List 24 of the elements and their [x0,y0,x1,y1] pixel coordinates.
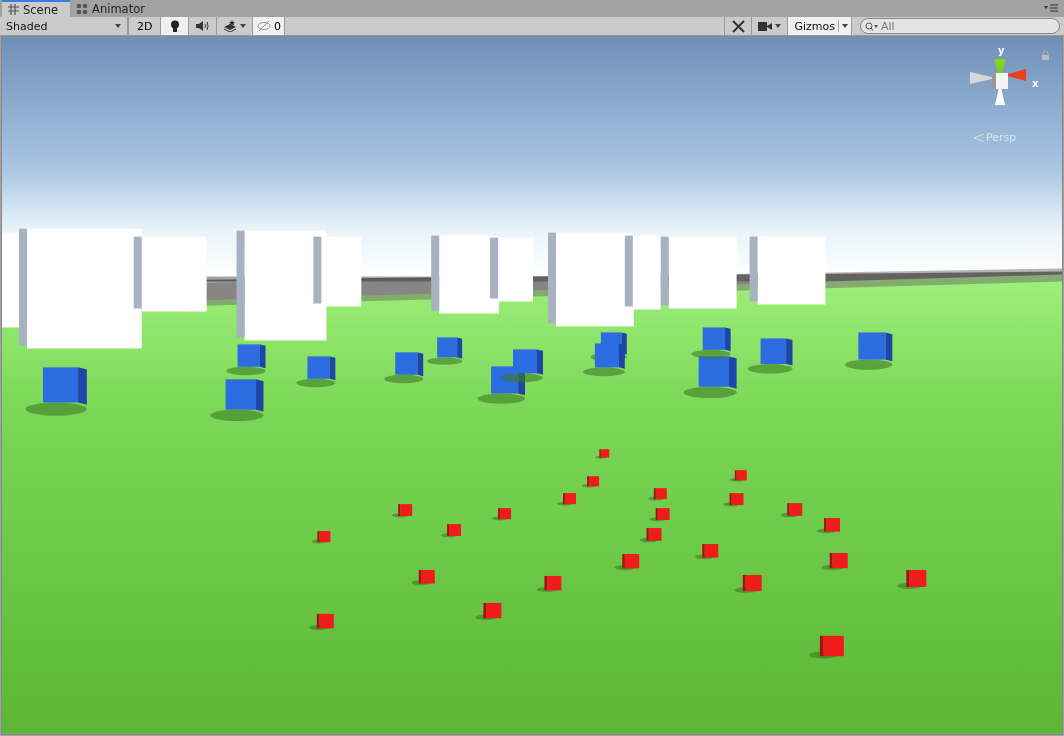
y-axis-label: y [998,45,1005,57]
hidden-eye-icon [256,21,271,32]
perspective-icon [974,133,984,142]
grid-icon [8,4,19,16]
nodes-icon [76,2,89,15]
search-field[interactable]: All [860,18,1060,35]
tools-button[interactable] [724,17,753,36]
search-icon [865,22,879,32]
caret-icon [115,24,121,29]
caret-icon [240,24,247,29]
menu-icon[interactable] [1044,4,1058,13]
gizmos-dropdown[interactable]: Gizmos [788,17,852,36]
layers-icon [223,20,238,33]
caret-icon [775,24,782,29]
tab[interactable]: Animator [70,0,157,18]
x-axis-label: x [1032,78,1039,90]
2d-toggle-button[interactable]: 2D [128,17,162,36]
caret-icon [842,24,848,29]
lightbulb-icon [169,19,180,33]
tab[interactable]: Scene [2,0,71,18]
hidden-objects-button[interactable]: 0 [253,17,286,36]
camera-icon [758,21,773,31]
lighting-toggle-button[interactable] [161,17,190,36]
speaker-icon [196,21,210,32]
